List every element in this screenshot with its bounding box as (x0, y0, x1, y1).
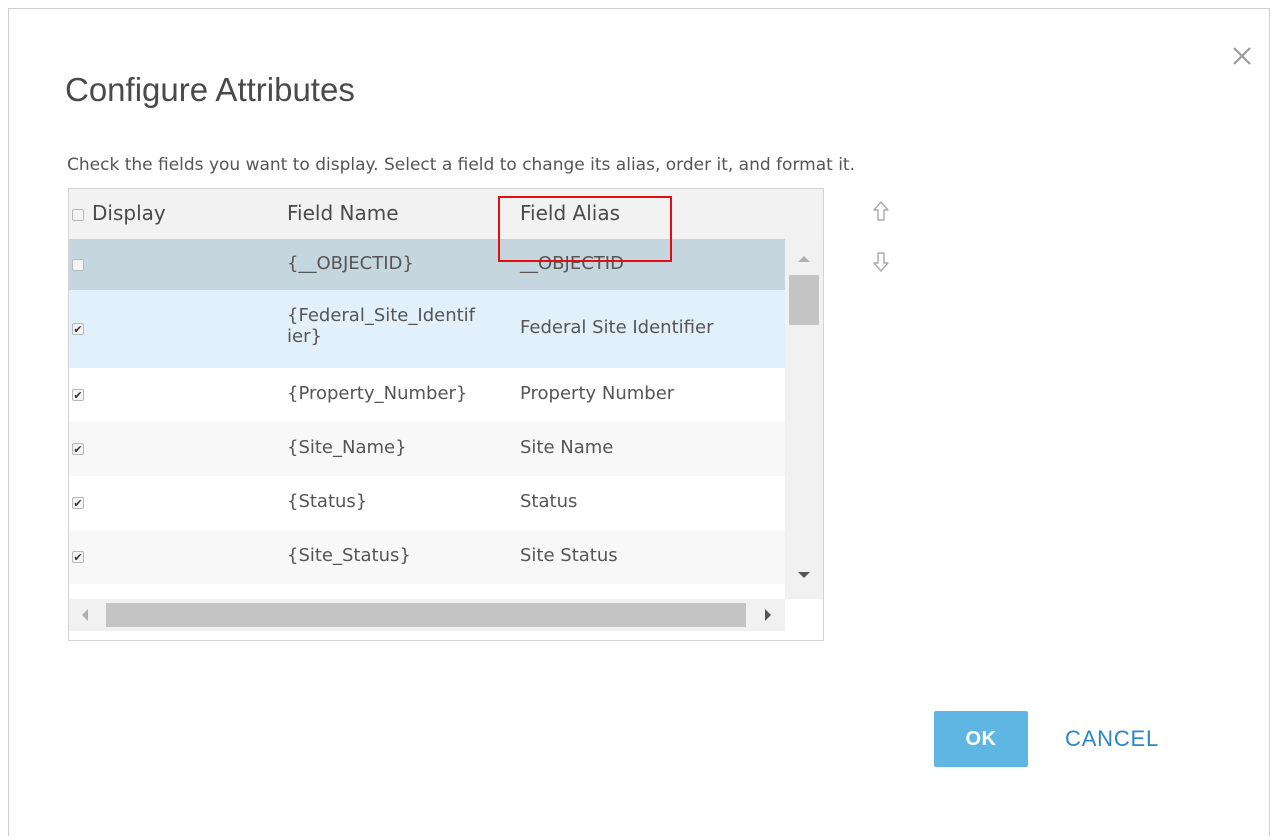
grid-rows: {__OBJECTID} __OBJECTID ✔ ier} {Federal_Site… (69, 239, 785, 599)
table-row[interactable]: ✔{Class}Class (69, 584, 785, 599)
scroll-left-icon[interactable] (82, 609, 88, 621)
field-alias-cell[interactable]: Site Status (520, 545, 618, 566)
table-row[interactable]: ✔ {Site_Status} Site Status (69, 530, 785, 584)
row-display-checkbox[interactable]: ✔ (72, 323, 84, 335)
field-alias-cell[interactable]: Status (520, 491, 577, 512)
field-alias-column-header[interactable]: Field Alias (520, 201, 620, 225)
horizontal-scrollbar[interactable] (69, 599, 785, 631)
row-display-checkbox[interactable] (72, 258, 84, 271)
cancel-button[interactable]: CANCEL (1065, 711, 1189, 767)
ok-button[interactable]: OK (934, 711, 1028, 767)
field-alias-cell[interactable]: Site Name (520, 437, 613, 458)
field-alias-cell[interactable]: __OBJECTID (520, 253, 624, 274)
field-name-cell: {Status} (287, 491, 368, 512)
dialog-title: Configure Attributes (65, 71, 355, 108)
row-display-checkbox[interactable]: ✔ (72, 551, 84, 563)
arrow-up-icon (873, 201, 889, 221)
configure-attributes-dialog: Configure Attributes Check the fields yo… (8, 8, 1270, 836)
vertical-scroll-thumb[interactable] (789, 275, 819, 325)
fields-grid: Display Field Name Field Alias {__OBJECT… (68, 188, 824, 641)
row-display-checkbox[interactable]: ✔ (72, 389, 84, 401)
arrow-down-icon (873, 252, 889, 272)
horizontal-scroll-thumb[interactable] (106, 603, 746, 627)
row-display-checkbox[interactable]: ✔ (72, 497, 84, 509)
display-column-header[interactable]: Display (92, 201, 166, 225)
close-icon[interactable] (1230, 44, 1254, 68)
row-display-checkbox[interactable]: ✔ (72, 443, 84, 455)
field-name-cell: {Property_Number} (287, 383, 468, 404)
field-name-cell: {Site_Name} (287, 437, 407, 458)
field-name-cell: {__OBJECTID} (287, 252, 414, 274)
scroll-right-icon[interactable] (765, 609, 771, 621)
table-row[interactable]: {__OBJECTID} __OBJECTID (69, 239, 785, 290)
field-name-column-header[interactable]: Field Name (287, 201, 399, 225)
table-row[interactable]: ✔ ier} {Federal_Site_Identif Federal Site I… (69, 290, 785, 368)
scroll-down-icon[interactable] (798, 572, 810, 578)
move-down-button[interactable] (871, 250, 891, 274)
table-row[interactable]: ✔ {Property_Number} Property Number (69, 368, 785, 422)
field-name-cell: {Federal_Site_Identif (287, 305, 475, 326)
field-alias-cell[interactable]: Federal Site Identifier (520, 317, 713, 338)
instructions-text: Check the fields you want to display. Se… (67, 155, 855, 175)
field-name-cell-wrap: ier} (287, 326, 322, 347)
select-all-checkbox[interactable] (72, 209, 84, 221)
field-alias-cell[interactable]: Property Number (520, 383, 674, 404)
grid-header: Display Field Name Field Alias (69, 189, 823, 239)
scroll-up-icon[interactable] (798, 256, 810, 262)
table-row[interactable]: ✔ {Site_Name} Site Name (69, 422, 785, 476)
vertical-scrollbar[interactable] (785, 239, 823, 599)
field-name-cell: {Site_Status} (287, 545, 411, 566)
move-up-button[interactable] (871, 199, 891, 223)
table-row[interactable]: ✔ {Status} Status (69, 476, 785, 530)
